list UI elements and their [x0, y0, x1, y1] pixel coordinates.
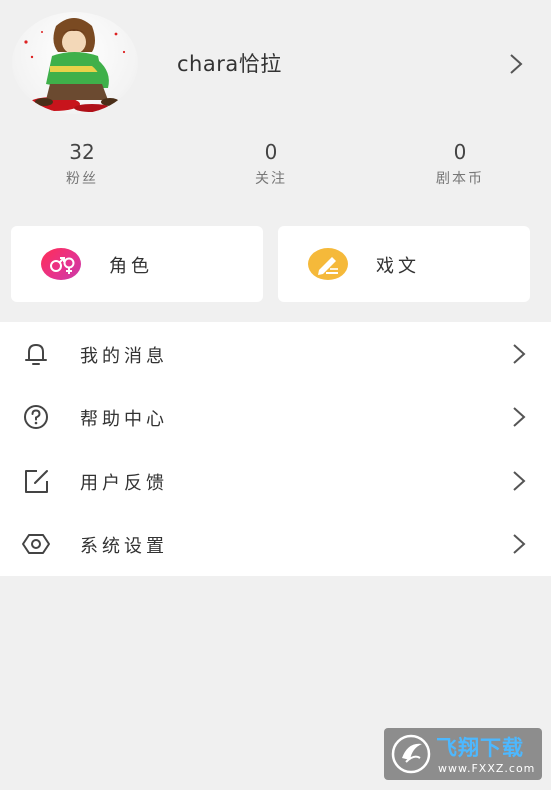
chevron-right-icon — [513, 344, 526, 364]
gender-icon — [41, 248, 81, 280]
stat-label: 剧本币 — [436, 171, 484, 187]
hexagon-settings-icon — [22, 534, 50, 554]
stat-value: 0 — [453, 140, 467, 164]
profile-header[interactable]: chara恰拉 — [0, 0, 551, 125]
help-circle-icon — [24, 405, 48, 429]
card-role[interactable]: 角色 — [11, 226, 263, 302]
watermark-logo-icon — [391, 734, 431, 774]
chevron-right-icon — [513, 407, 526, 427]
avatar[interactable] — [12, 12, 138, 114]
card-label: 角色 — [109, 256, 153, 277]
menu-item-messages[interactable]: 我的消息 — [0, 322, 551, 385]
bell-icon — [25, 344, 47, 365]
stat-label: 粉丝 — [66, 171, 98, 187]
menu-item-feedback[interactable]: 用户反馈 — [0, 449, 551, 512]
card-label: 戏文 — [376, 256, 420, 277]
chevron-right-icon — [513, 534, 526, 554]
stat-label: 关注 — [255, 171, 287, 187]
watermark-url: www.FXXZ.com — [438, 762, 536, 775]
menu-item-label: 帮助中心 — [80, 409, 168, 430]
chevron-right-icon[interactable] — [506, 52, 526, 76]
menu-item-help[interactable]: 帮助中心 — [0, 385, 551, 448]
stat-value: 0 — [264, 140, 278, 164]
stat-script-coins[interactable]: 0 剧本币 — [400, 138, 520, 188]
card-drama[interactable]: 戏文 — [278, 226, 530, 302]
chevron-right-icon — [513, 471, 526, 491]
menu-item-label: 用户反馈 — [80, 473, 168, 494]
watermark: 飞翔下载 www.FXXZ.com — [384, 728, 542, 780]
pencil-icon — [308, 248, 348, 280]
menu-list: 我的消息 帮助中心 用户反馈 系统设置 — [0, 322, 551, 576]
stats-row: 32 粉丝 0 关注 0 剧本币 — [0, 138, 551, 194]
menu-item-settings[interactable]: 系统设置 — [0, 512, 551, 575]
edit-square-icon — [25, 470, 48, 493]
stat-following[interactable]: 0 关注 — [211, 138, 331, 188]
menu-item-label: 我的消息 — [80, 346, 168, 367]
username[interactable]: chara恰拉 — [177, 48, 282, 78]
watermark-title: 飞翔下载 — [436, 736, 524, 760]
avatar-illustration-icon — [24, 18, 126, 112]
menu-item-label: 系统设置 — [80, 536, 168, 557]
stat-fans[interactable]: 32 粉丝 — [22, 138, 142, 188]
stat-value: 32 — [69, 140, 95, 164]
